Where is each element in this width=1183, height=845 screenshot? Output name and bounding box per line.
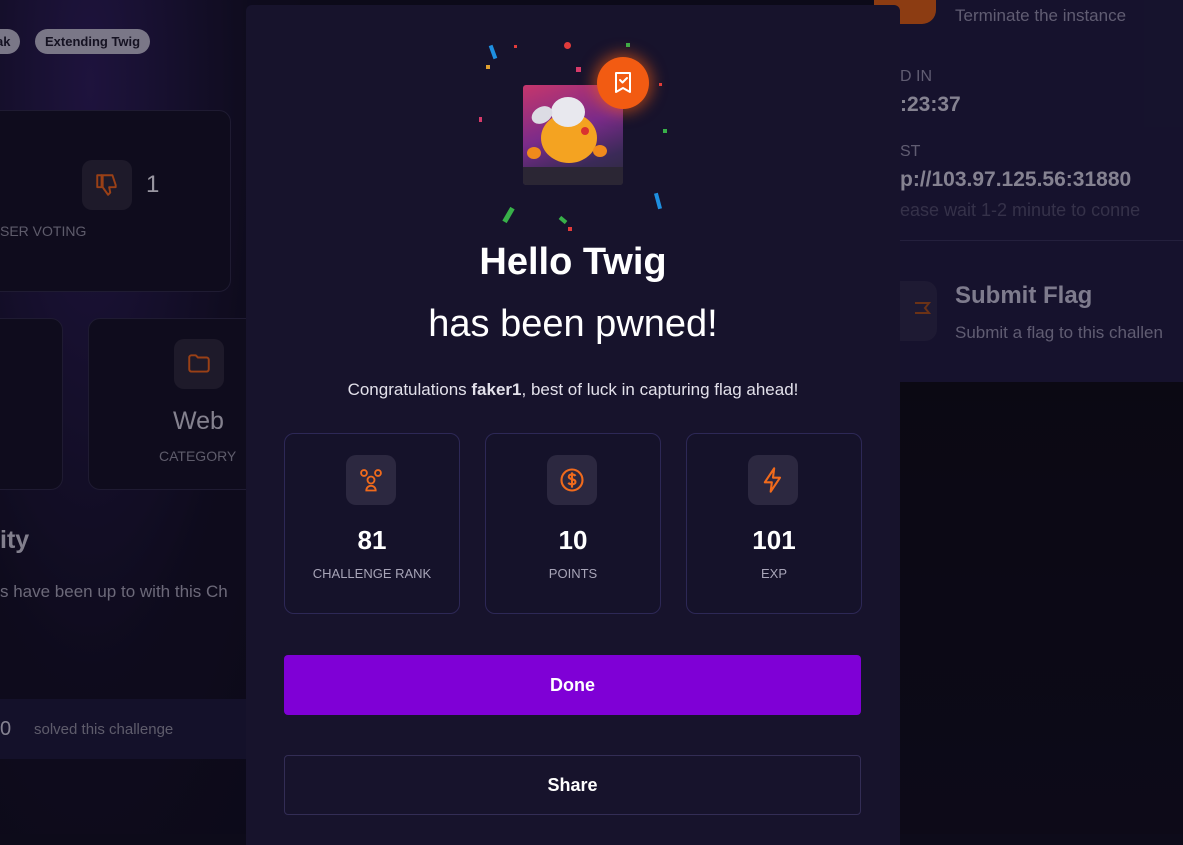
stat-points: 10 POINTS <box>485 433 661 614</box>
stat-rank-label: CHALLENGE RANK <box>312 566 432 581</box>
stat-challenge-rank: 81 CHALLENGE RANK <box>284 433 460 614</box>
stat-exp-label: EXP <box>760 566 787 581</box>
modal-subtitle: has been pwned! <box>428 303 718 345</box>
username: faker1 <box>471 380 522 399</box>
stat-exp: 101 EXP <box>686 433 862 614</box>
pwned-modal: Hello Twig has been pwned! Congratulatio… <box>246 5 900 845</box>
users-rank-icon <box>346 455 396 505</box>
stat-exp-value: 101 <box>752 525 796 555</box>
stat-points-value: 10 <box>558 525 588 555</box>
modal-title: Hello Twig <box>479 241 667 283</box>
stat-rank-value: 81 <box>357 525 387 555</box>
congrats-suffix: , best of luck in capturing flag ahead! <box>521 380 799 399</box>
congrats-prefix: Congratulations <box>347 380 472 399</box>
done-button[interactable]: Done <box>284 655 861 715</box>
congrats-message: Congratulations faker1, best of luck in … <box>246 380 900 400</box>
lightning-bolt-icon <box>748 455 798 505</box>
coin-dollar-icon <box>547 455 597 505</box>
stat-points-label: POINTS <box>548 566 598 581</box>
bookmark-check-badge-icon <box>597 57 649 109</box>
share-button[interactable]: Share <box>284 755 861 815</box>
